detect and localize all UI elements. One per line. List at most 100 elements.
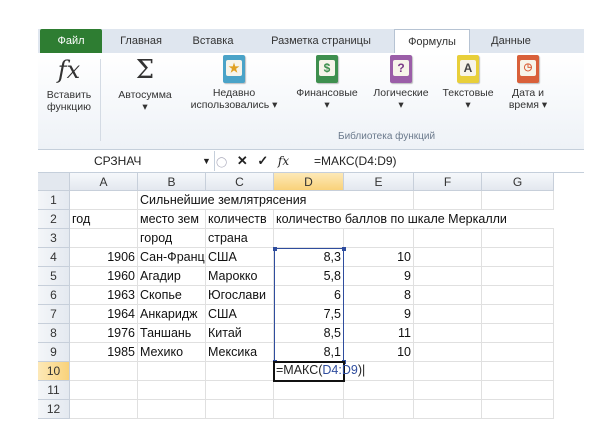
cell-c2[interactable]: количеств — [206, 210, 274, 229]
cell-f12[interactable] — [414, 400, 482, 419]
cell-f11[interactable] — [414, 381, 482, 400]
cell-d5[interactable]: 5,8 — [274, 267, 344, 286]
cell-f9[interactable] — [414, 343, 482, 362]
cell-e5[interactable]: 9 — [344, 267, 414, 286]
cell-a7[interactable]: 1964 — [70, 305, 138, 324]
cell-b2[interactable]: место зем — [138, 210, 206, 229]
cell-e9[interactable]: 10 — [344, 343, 414, 362]
cell-a4[interactable]: 1906 — [70, 248, 138, 267]
autosum-button[interactable]: Σ Автосумма ▾ — [110, 55, 180, 113]
cell-e6[interactable]: 8 — [344, 286, 414, 305]
cell-g11[interactable] — [482, 381, 554, 400]
cell-d6[interactable]: 6 — [274, 286, 344, 305]
cell-g3[interactable] — [482, 229, 554, 248]
cell-g10[interactable] — [482, 362, 554, 381]
cell-d8[interactable]: 8,5 — [274, 324, 344, 343]
recently-used-button[interactable]: ★ Недавно использовались ▾ — [184, 55, 284, 111]
cell-g12[interactable] — [482, 400, 554, 419]
cell-c5[interactable]: Марокко — [206, 267, 274, 286]
cell-b9[interactable]: Мехико — [138, 343, 206, 362]
cell-g6[interactable] — [482, 286, 554, 305]
cell-e1[interactable] — [344, 191, 414, 210]
expand-handle-icon[interactable]: ◯ — [216, 157, 227, 168]
cell-a3[interactable] — [70, 229, 138, 248]
row-header-8[interactable]: 8 — [38, 324, 70, 343]
row-header-1[interactable]: 1 — [38, 191, 70, 210]
cell-c3[interactable]: страна — [206, 229, 274, 248]
column-header-g[interactable]: G — [482, 173, 554, 191]
select-all-corner[interactable] — [38, 173, 70, 191]
formula-input[interactable]: =МАКС(D4:D9) — [314, 151, 397, 171]
column-header-b[interactable]: B — [138, 173, 206, 191]
cell-f10[interactable] — [414, 362, 482, 381]
row-header-4[interactable]: 4 — [38, 248, 70, 267]
cell-g9[interactable] — [482, 343, 554, 362]
cell-f1[interactable] — [414, 191, 482, 210]
tab-formulas[interactable]: Формулы — [394, 29, 470, 53]
cell-b7[interactable]: Анкаридж — [138, 305, 206, 324]
logical-button[interactable]: ? Логические ▾ — [366, 55, 436, 111]
cell-a12[interactable] — [70, 400, 138, 419]
cell-c6[interactable]: Югослави — [206, 286, 274, 305]
cell-f6[interactable] — [414, 286, 482, 305]
cell-a6[interactable]: 1963 — [70, 286, 138, 305]
insert-function-button[interactable]: fx Вставить функцию — [42, 55, 96, 113]
row-header-11[interactable]: 11 — [38, 381, 70, 400]
cell-a5[interactable]: 1960 — [70, 267, 138, 286]
cell-f4[interactable] — [414, 248, 482, 267]
cell-a10[interactable] — [70, 362, 138, 381]
cell-c12[interactable] — [206, 400, 274, 419]
cell-c7[interactable]: США — [206, 305, 274, 324]
cell-b11[interactable] — [138, 381, 206, 400]
cell-d2[interactable]: количество баллов по шкале Меркалли — [274, 210, 507, 229]
cell-b12[interactable] — [138, 400, 206, 419]
cell-b3[interactable]: город — [138, 229, 206, 248]
cancel-icon[interactable]: ✕ — [237, 153, 248, 168]
cell-b1[interactable]: Сильнейшие землятрясения — [138, 191, 306, 210]
enter-icon[interactable]: ✓ — [257, 153, 268, 168]
column-header-e[interactable]: E — [344, 173, 414, 191]
active-cell-editor[interactable]: =МАКС(D4:D9)| — [273, 361, 365, 382]
cell-f5[interactable] — [414, 267, 482, 286]
cell-b6[interactable]: Скопье — [138, 286, 206, 305]
cell-e3[interactable] — [344, 229, 414, 248]
cell-e12[interactable] — [344, 400, 414, 419]
cell-d7[interactable]: 7,5 — [274, 305, 344, 324]
cell-e4[interactable]: 10 — [344, 248, 414, 267]
column-header-a[interactable]: A — [70, 173, 138, 191]
row-header-12[interactable]: 12 — [38, 400, 70, 419]
cell-a8[interactable]: 1976 — [70, 324, 138, 343]
cell-g7[interactable] — [482, 305, 554, 324]
cell-a11[interactable] — [70, 381, 138, 400]
cell-b10[interactable] — [138, 362, 206, 381]
financial-button[interactable]: $ Финансовые ▾ — [290, 55, 364, 111]
row-header-2[interactable]: 2 — [38, 210, 70, 229]
text-button[interactable]: A Текстовые ▾ — [436, 55, 500, 111]
name-box[interactable]: СРЗНАЧ ▼ — [38, 151, 215, 171]
tab-home[interactable]: Главная — [110, 29, 172, 53]
cell-g4[interactable] — [482, 248, 554, 267]
cell-d4[interactable]: 8,3 — [274, 248, 344, 267]
cell-g8[interactable] — [482, 324, 554, 343]
cell-a2[interactable]: год — [70, 210, 138, 229]
tab-file[interactable]: Файл — [40, 29, 102, 53]
datetime-button[interactable]: ◷ Дата и время ▾ — [504, 55, 552, 111]
cell-c10[interactable] — [206, 362, 274, 381]
cell-d9[interactable]: 8,1 — [274, 343, 344, 362]
cell-c8[interactable]: Китай — [206, 324, 274, 343]
cell-b5[interactable]: Агадир — [138, 267, 206, 286]
column-header-d[interactable]: D — [274, 173, 344, 191]
cell-b8[interactable]: Таншань — [138, 324, 206, 343]
cell-c9[interactable]: Мексика — [206, 343, 274, 362]
row-header-3[interactable]: 3 — [38, 229, 70, 248]
cell-d11[interactable] — [274, 381, 344, 400]
row-header-5[interactable]: 5 — [38, 267, 70, 286]
cell-a1[interactable] — [70, 191, 138, 210]
column-header-c[interactable]: C — [206, 173, 274, 191]
cell-g1[interactable] — [482, 191, 554, 210]
row-header-10[interactable]: 10 — [38, 362, 70, 381]
cell-c4[interactable]: США — [206, 248, 274, 267]
cell-a9[interactable]: 1985 — [70, 343, 138, 362]
insert-function-icon[interactable]: fx — [278, 154, 289, 168]
cell-b4[interactable]: Сан-Франц — [138, 248, 206, 267]
